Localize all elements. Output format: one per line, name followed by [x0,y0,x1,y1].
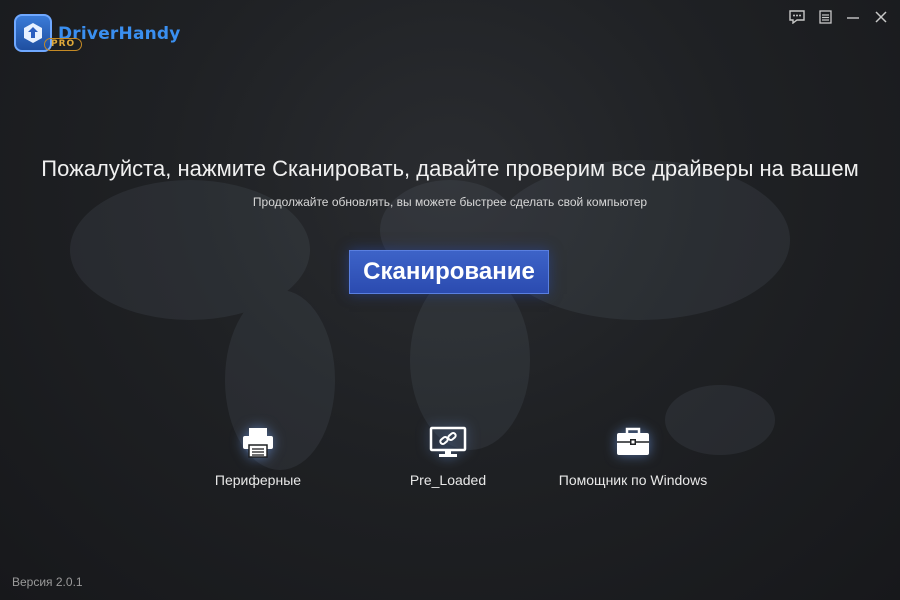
app-window: DriverHandy PRO Пожалуйста, нажмите Скан… [0,0,900,600]
page-headline: Пожалуйста, нажмите Сканировать, давайте… [41,156,859,181]
tool-peripherals[interactable]: Периферные [178,418,338,488]
scan-button[interactable]: Сканирование [349,250,549,294]
minimize-icon [847,17,859,19]
tool-pre-loaded[interactable]: Pre_Loaded [368,418,528,488]
feedback-button[interactable] [788,8,806,26]
pro-badge: PRO [44,38,83,51]
printer-icon [234,418,282,466]
version-label: Версия 2.0.1 [12,575,83,589]
menu-icon [818,10,832,24]
world-map-background [70,160,790,470]
chat-icon [789,10,805,24]
toolbox-icon [609,418,657,466]
close-icon [875,11,887,23]
window-controls [788,8,890,26]
page-subline: Продолжайте обновлять, вы можете быстрее… [252,195,648,209]
close-button[interactable] [872,8,890,26]
tool-label: Помощник по Windows [558,472,708,488]
menu-button[interactable] [816,8,834,26]
minimize-button[interactable] [844,8,862,26]
monitor-link-icon [424,418,472,466]
tool-label: Периферные [214,472,302,488]
tool-windows-helper[interactable]: Помощник по Windows [553,418,713,488]
tool-label: Pre_Loaded [409,472,487,488]
app-logo: DriverHandy [14,14,181,52]
